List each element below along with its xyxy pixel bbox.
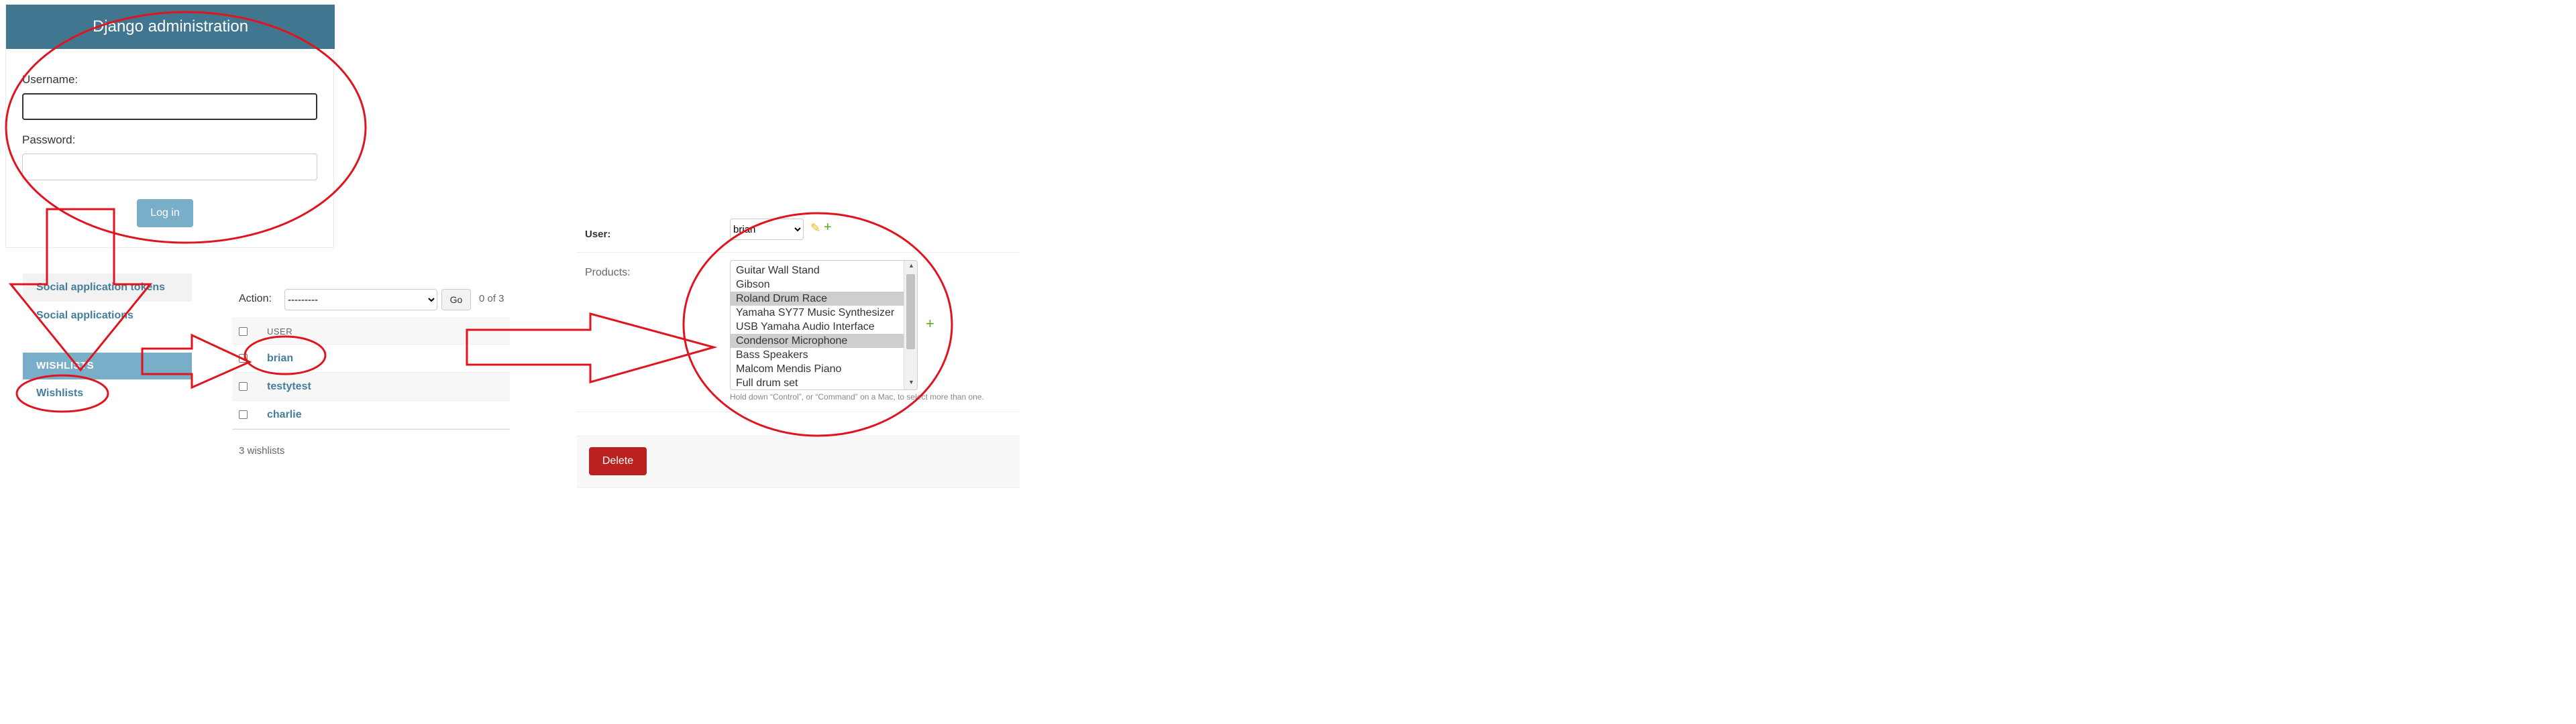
username-input[interactable] bbox=[22, 93, 317, 120]
row-checkbox[interactable] bbox=[239, 354, 248, 363]
selection-counter: 0 of 3 bbox=[479, 293, 504, 304]
product-option[interactable]: Guitar Wall Stand bbox=[731, 263, 904, 278]
products-help-text: Hold down “Control”, or “Command” on a M… bbox=[730, 392, 984, 402]
user-form-row: User: brian ✎ + bbox=[577, 219, 1020, 253]
sidebar-section-label[interactable]: WISHLISTS bbox=[36, 360, 94, 371]
sidebar-item-wishlists[interactable]: Wishlists bbox=[23, 379, 192, 408]
scrollbar[interactable]: ▲ ▼ bbox=[904, 261, 917, 389]
select-all-checkbox[interactable] bbox=[239, 327, 248, 336]
result-count: 3 wishlists bbox=[239, 445, 285, 457]
product-option[interactable]: Full drum set bbox=[731, 376, 904, 389]
login-button[interactable]: Log in bbox=[137, 199, 193, 227]
product-option[interactable]: Yamaha SY77 Music Synthesizer bbox=[731, 306, 904, 320]
table-header: USER bbox=[232, 318, 510, 345]
products-label: Products: bbox=[585, 267, 631, 278]
username-label: Username: bbox=[22, 73, 78, 86]
sidebar-section-caption[interactable]: WISHLISTS bbox=[23, 353, 192, 379]
user-select[interactable]: brian bbox=[730, 219, 804, 240]
password-label: Password: bbox=[22, 133, 76, 146]
sidebar-item-label[interactable]: Wishlists bbox=[36, 387, 83, 400]
row-link[interactable]: brian bbox=[267, 353, 293, 365]
sidebar-item-social-applications[interactable]: Social applications bbox=[23, 302, 192, 330]
user-label: User: bbox=[585, 229, 611, 240]
row-checkbox[interactable] bbox=[239, 410, 248, 419]
password-input[interactable] bbox=[22, 154, 317, 180]
sidebar-item-label[interactable]: Social application tokens bbox=[36, 282, 165, 294]
row-link[interactable]: testytest bbox=[267, 381, 311, 393]
action-label: Action: bbox=[239, 293, 272, 304]
table-row: brian bbox=[232, 345, 510, 373]
sidebar-item-label[interactable]: Social applications bbox=[36, 310, 133, 322]
go-button[interactable]: Go bbox=[441, 289, 471, 310]
product-option-selected[interactable]: Roland Drum Race bbox=[731, 292, 904, 306]
product-option[interactable]: Malcom Mendis Piano bbox=[731, 362, 904, 376]
add-related-icon[interactable]: + bbox=[824, 220, 832, 235]
product-option[interactable]: Gibson bbox=[731, 278, 904, 292]
sidebar-item-social-application-tokens[interactable]: Social application tokens bbox=[23, 274, 192, 302]
login-panel: Django administration Username: Password… bbox=[5, 4, 335, 248]
add-product-icon[interactable]: + bbox=[926, 315, 934, 333]
table-divider bbox=[232, 429, 510, 430]
edit-related-icon[interactable]: ✎ bbox=[810, 221, 820, 235]
table-row: charlie bbox=[232, 401, 510, 429]
column-header-user[interactable]: USER bbox=[267, 326, 292, 337]
site-title: Django administration bbox=[92, 17, 249, 36]
scroll-down-icon[interactable]: ▼ bbox=[908, 379, 914, 385]
products-multiselect[interactable]: Guitar Wall Stand Gibson Roland Drum Rac… bbox=[730, 260, 918, 390]
product-option-selected[interactable]: Condensor Microphone bbox=[731, 334, 904, 348]
scrollbar-thumb[interactable] bbox=[906, 274, 915, 349]
login-header: Django administration bbox=[6, 5, 335, 49]
product-option[interactable]: USB Yamaha Audio Interface bbox=[731, 320, 904, 334]
row-link[interactable]: charlie bbox=[267, 409, 302, 421]
row-checkbox[interactable] bbox=[239, 382, 248, 391]
delete-button[interactable]: Delete bbox=[589, 447, 647, 475]
product-option[interactable]: Bass Speakers bbox=[731, 348, 904, 362]
scroll-up-icon[interactable]: ▲ bbox=[908, 262, 914, 269]
action-select[interactable]: --------- bbox=[284, 289, 437, 310]
table-row: testytest bbox=[232, 373, 510, 401]
